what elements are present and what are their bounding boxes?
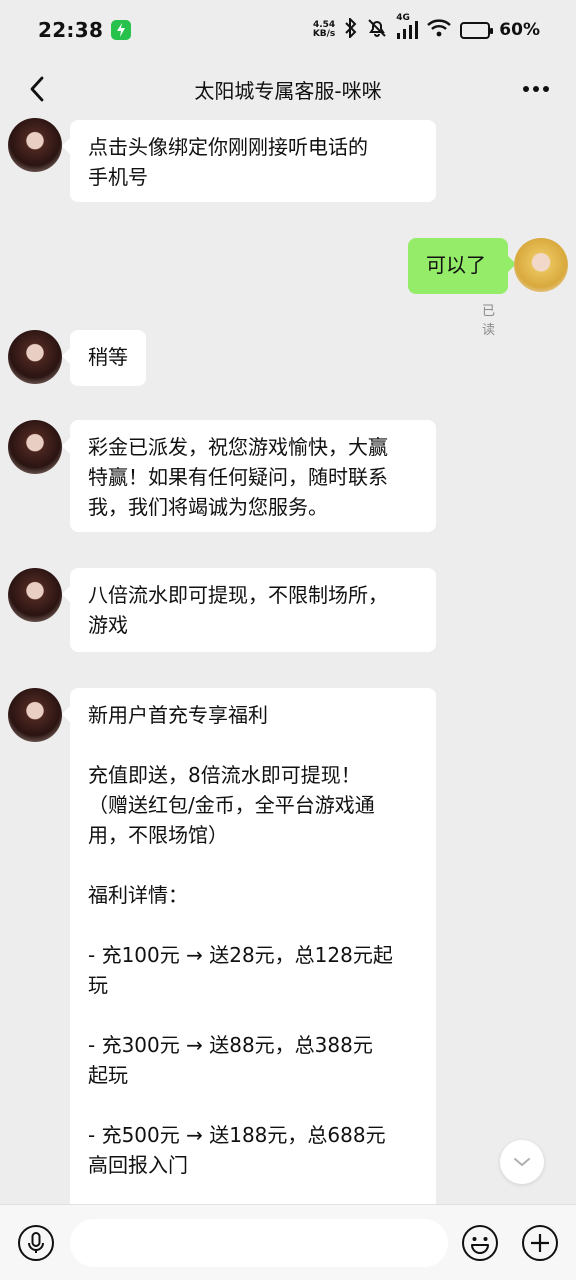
chevron-left-icon [30, 76, 44, 102]
scroll-to-bottom-button[interactable] [500, 1140, 544, 1184]
more-horizontal-icon [523, 86, 549, 92]
network-speed: 4.54 KB/s [313, 21, 335, 39]
voice-input-button[interactable] [16, 1223, 56, 1263]
microphone-icon [18, 1225, 54, 1261]
back-button[interactable] [22, 74, 52, 104]
status-left: 22:38 [38, 18, 132, 42]
message-bubble[interactable]: 八倍流水即可提现，不限制场所， 游戏 [62, 568, 436, 652]
notification-app-icon [111, 20, 132, 40]
user-avatar[interactable] [514, 238, 568, 292]
message-bubble[interactable]: 彩金已派发，祝您游戏愉快，大赢 特赢！如果有任何疑问，随时联系 我，我们将竭诚为… [62, 420, 436, 532]
mute-icon [367, 18, 387, 43]
status-time: 22:38 [38, 18, 104, 42]
agent-avatar[interactable] [8, 568, 62, 622]
more-actions-button[interactable] [520, 1223, 560, 1263]
message-bubble[interactable]: 稍等 [62, 330, 146, 386]
input-bar [0, 1204, 576, 1280]
cellular-signal-icon: 4G [396, 13, 419, 39]
agent-avatar[interactable] [8, 688, 62, 742]
message-bubble-self[interactable]: 可以了 [408, 238, 516, 294]
signal-type-label: 4G [396, 13, 410, 23]
agent-avatar[interactable] [8, 420, 62, 474]
network-speed-unit: KB/s [312, 29, 336, 39]
wifi-icon [427, 18, 452, 42]
status-right: 4.54 KB/s 4G 60% [313, 13, 540, 43]
chat-title: 太阳城专属客服-咪咪 [194, 78, 382, 103]
battery-icon [460, 21, 494, 39]
message-list[interactable]: 点击头像绑定你刚刚接听电话的 手机号 可以了 已读 稍等 彩金已派发，祝您游戏愉… [0, 118, 576, 1204]
read-receipt: 已读 [482, 304, 496, 338]
emoji-button[interactable] [460, 1223, 500, 1263]
message-bubble[interactable]: 新用户首充专享福利 充值即送，8倍流水即可提现！ （赠送红包/金币，全平台游戏通… [62, 688, 436, 1204]
message-bubble[interactable]: 点击头像绑定你刚刚接听电话的 手机号 [62, 120, 436, 202]
agent-avatar[interactable] [8, 330, 62, 384]
battery-percent: 60% [499, 20, 540, 40]
chevron-down-icon [514, 1158, 530, 1166]
more-options-button[interactable] [516, 74, 556, 104]
chat-header: 太阳城专属客服-咪咪 [0, 60, 576, 118]
message-input[interactable] [70, 1219, 448, 1267]
agent-avatar[interactable] [8, 118, 62, 172]
plus-circle-icon [522, 1225, 558, 1261]
bluetooth-icon [344, 16, 358, 43]
status-bar: 22:38 4.54 KB/s 4G 60% [0, 0, 576, 60]
emoji-icon [462, 1225, 498, 1261]
